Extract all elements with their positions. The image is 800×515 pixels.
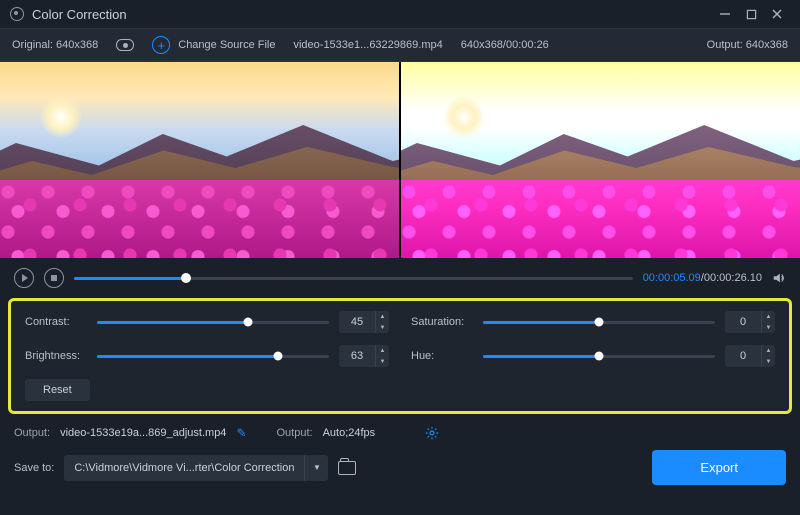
preview-original (0, 62, 399, 258)
output-settings-label: Output: (277, 427, 313, 439)
brightness-spinner[interactable]: 63▲▼ (339, 345, 389, 367)
gear-icon[interactable] (425, 426, 439, 440)
hue-label: Hue: (411, 350, 473, 362)
up-arrow-icon[interactable]: ▲ (762, 345, 775, 356)
output-settings-value: Auto;24fps (323, 427, 376, 439)
change-source-label: Change Source File (178, 39, 275, 51)
seek-slider[interactable] (74, 277, 633, 280)
preview-adjusted (401, 62, 800, 258)
chevron-down-icon[interactable]: ▼ (304, 455, 328, 481)
hue-control: Hue: 0▲▼ (411, 345, 775, 367)
down-arrow-icon[interactable]: ▼ (376, 356, 389, 367)
browse-folder-icon[interactable] (338, 461, 356, 475)
minimize-button[interactable] (712, 3, 738, 25)
brightness-control: Brightness: 63▲▼ (25, 345, 389, 367)
down-arrow-icon[interactable]: ▼ (376, 322, 389, 333)
maximize-button[interactable] (738, 3, 764, 25)
save-path-value: C:\Vidmore\Vidmore Vi...rter\Color Corre… (64, 462, 304, 474)
change-source-button[interactable]: + Change Source File (152, 36, 275, 54)
preview-area (0, 62, 800, 258)
saturation-label: Saturation: (411, 316, 473, 328)
saturation-slider[interactable] (483, 321, 715, 324)
app-logo-icon (10, 7, 24, 21)
stop-icon (51, 275, 57, 281)
output-dims-label: Output: 640x368 (707, 39, 788, 51)
contrast-label: Contrast: (25, 316, 87, 328)
output-file-value: video-1533e19a...869_adjust.mp4 (60, 427, 226, 439)
down-arrow-icon[interactable]: ▼ (762, 356, 775, 367)
save-path-combo[interactable]: C:\Vidmore\Vidmore Vi...rter\Color Corre… (64, 455, 328, 481)
contrast-slider[interactable] (97, 321, 329, 324)
down-arrow-icon[interactable]: ▼ (762, 322, 775, 333)
brightness-label: Brightness: (25, 350, 87, 362)
up-arrow-icon[interactable]: ▲ (376, 311, 389, 322)
source-meta: 640x368/00:00:26 (461, 39, 549, 51)
volume-icon[interactable] (772, 271, 786, 285)
play-icon (22, 274, 28, 282)
output-file-label: Output: (14, 427, 50, 439)
saturation-control: Saturation: 0▲▼ (411, 311, 775, 333)
info-bar: Original: 640x368 + Change Source File v… (0, 28, 800, 62)
up-arrow-icon[interactable]: ▲ (762, 311, 775, 322)
preview-toggle-icon[interactable] (116, 39, 134, 51)
stop-button[interactable] (44, 268, 64, 288)
color-controls-panel: Contrast: 45▲▼ Saturation: 0▲▼ Brightnes… (8, 298, 792, 414)
save-row: Save to: C:\Vidmore\Vidmore Vi...rter\Co… (0, 444, 800, 495)
original-label: Original: 640x368 (12, 39, 98, 51)
export-button[interactable]: Export (652, 450, 786, 485)
contrast-control: Contrast: 45▲▼ (25, 311, 389, 333)
playback-bar: 00:00:05.09/00:00:26.10 (0, 258, 800, 298)
titlebar: Color Correction (0, 0, 800, 28)
save-to-label: Save to: (14, 462, 54, 474)
pencil-icon[interactable]: ✎ (236, 426, 246, 440)
saturation-spinner[interactable]: 0▲▼ (725, 311, 775, 333)
close-button[interactable] (764, 3, 790, 25)
up-arrow-icon[interactable]: ▲ (376, 345, 389, 356)
play-button[interactable] (14, 268, 34, 288)
timecode: 00:00:05.09/00:00:26.10 (643, 272, 762, 284)
window-title: Color Correction (32, 7, 712, 22)
brightness-slider[interactable] (97, 355, 329, 358)
reset-button[interactable]: Reset (25, 379, 90, 401)
source-filename: video-1533e1...63229869.mp4 (293, 39, 442, 51)
plus-circle-icon: + (152, 36, 170, 54)
output-file-row: Output: video-1533e19a...869_adjust.mp4 … (0, 422, 800, 444)
hue-spinner[interactable]: 0▲▼ (725, 345, 775, 367)
hue-slider[interactable] (483, 355, 715, 358)
contrast-spinner[interactable]: 45▲▼ (339, 311, 389, 333)
